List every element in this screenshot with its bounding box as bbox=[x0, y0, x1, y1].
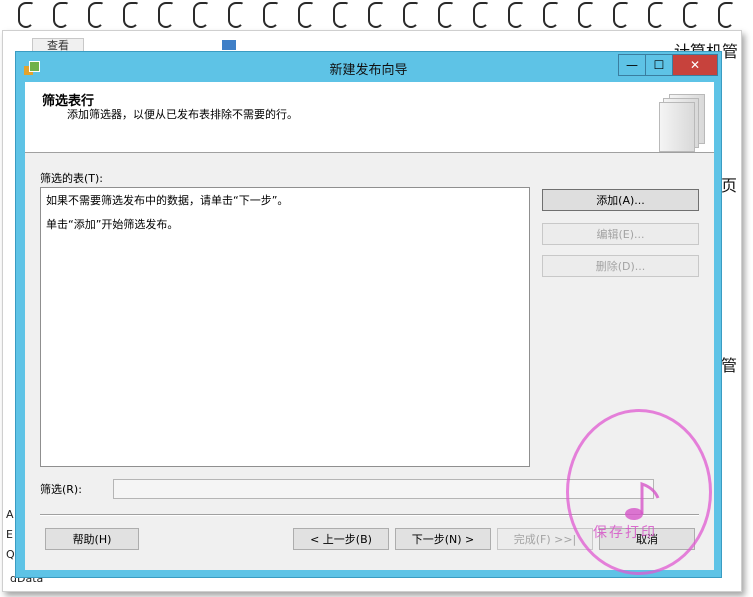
filter-statement-field[interactable] bbox=[113, 479, 654, 499]
spiral-ring bbox=[228, 2, 244, 28]
spiral-ring bbox=[718, 2, 734, 28]
background-left-char: A bbox=[6, 508, 14, 521]
maximize-button[interactable]: ☐ bbox=[645, 54, 673, 76]
close-button[interactable]: ✕ bbox=[672, 54, 718, 76]
spiral-ring bbox=[648, 2, 664, 28]
spiral-ring bbox=[683, 2, 699, 28]
spiral-ring bbox=[508, 2, 524, 28]
background-app-icon bbox=[222, 40, 236, 50]
title-bar[interactable]: 新建发布向导 — ☐ ✕ bbox=[16, 52, 721, 82]
spiral-ring bbox=[368, 2, 384, 28]
window-title: 新建发布向导 bbox=[329, 63, 408, 78]
spiral-ring bbox=[88, 2, 104, 28]
spiral-ring bbox=[158, 2, 174, 28]
background-text-fragment: 页 bbox=[721, 176, 738, 195]
dialog-client-area: 筛选表行 添加筛选器，以便从已发布表排除不需要的行。 筛选的表(T): 如果不需… bbox=[25, 82, 714, 570]
cancel-button[interactable]: 取消 bbox=[599, 528, 695, 550]
back-button[interactable]: < 上一步(B) bbox=[293, 528, 389, 550]
page-subtitle: 添加筛选器，以便从已发布表排除不需要的行。 bbox=[67, 108, 298, 121]
spiral-ring bbox=[578, 2, 594, 28]
wizard-graphic-icon bbox=[659, 94, 705, 152]
new-publication-wizard-dialog: 新建发布向导 — ☐ ✕ 筛选表行 添加筛选器，以便从已发布表排除不需要的行。 … bbox=[15, 51, 722, 578]
spiral-ring bbox=[438, 2, 454, 28]
spiral-ring bbox=[298, 2, 314, 28]
spiral-ring bbox=[18, 2, 34, 28]
filtered-tables-list[interactable]: 如果不需要筛选发布中的数据，请单击“下一步”。 单击“添加”开始筛选发布。 bbox=[40, 187, 530, 467]
spiral-ring bbox=[53, 2, 69, 28]
minimize-button[interactable]: — bbox=[618, 54, 646, 76]
spiral-ring bbox=[263, 2, 279, 28]
spiral-ring bbox=[193, 2, 209, 28]
background-text-fragment: 管 bbox=[721, 356, 738, 375]
spiral-ring bbox=[123, 2, 139, 28]
next-button[interactable]: 下一步(N) > bbox=[395, 528, 491, 550]
background-left-char: Q bbox=[6, 548, 15, 561]
list-item: 单击“添加”开始筛选发布。 bbox=[46, 218, 179, 231]
add-filter-button[interactable]: 添加(A)... bbox=[542, 189, 699, 211]
edit-filter-button[interactable]: 编辑(E)... bbox=[542, 223, 699, 245]
filter-label: 筛选(R): bbox=[40, 483, 82, 496]
spiral-ring bbox=[403, 2, 419, 28]
wizard-header: 筛选表行 添加筛选器，以便从已发布表排除不需要的行。 bbox=[25, 82, 714, 153]
help-button[interactable]: 帮助(H) bbox=[45, 528, 139, 550]
spiral-ring bbox=[333, 2, 349, 28]
spiral-ring bbox=[473, 2, 489, 28]
list-item: 如果不需要筛选发布中的数据，请单击“下一步”。 bbox=[46, 194, 289, 207]
spiral-ring bbox=[543, 2, 559, 28]
footer-divider bbox=[40, 514, 699, 516]
delete-filter-button[interactable]: 删除(D)... bbox=[542, 255, 699, 277]
filtered-tables-label: 筛选的表(T): bbox=[40, 172, 104, 185]
spiral-ring bbox=[613, 2, 629, 28]
background-left-char: E bbox=[6, 528, 13, 541]
finish-button[interactable]: 完成(F) >>| bbox=[497, 528, 593, 550]
